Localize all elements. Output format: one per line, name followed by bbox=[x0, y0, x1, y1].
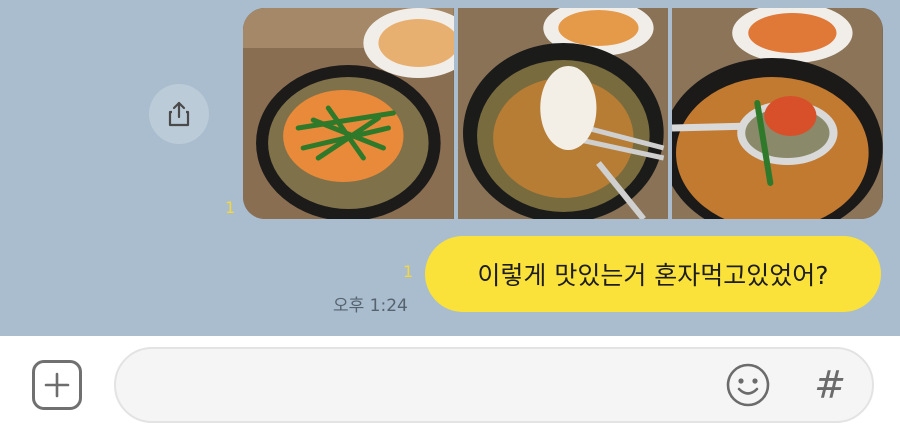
share-button[interactable] bbox=[149, 84, 209, 144]
photo-group[interactable] bbox=[243, 8, 883, 219]
photo-spoon-with-kimchi[interactable] bbox=[672, 8, 883, 219]
message-timestamp: 오후 1:24 bbox=[333, 296, 408, 316]
emoji-button[interactable] bbox=[723, 360, 773, 410]
hashtag-button[interactable]: # bbox=[808, 361, 852, 409]
hashtag-icon: # bbox=[814, 363, 846, 407]
message-read-count: 1 bbox=[403, 262, 414, 281]
share-icon bbox=[168, 101, 190, 127]
message-bubble[interactable]: 이렇게 맛있는거 혼자먹고있었어? bbox=[425, 236, 881, 312]
photos-read-count: 1 bbox=[225, 198, 236, 217]
message-text: 이렇게 맛있는거 혼자먹고있었어? bbox=[477, 261, 829, 290]
photo-stew-with-chives[interactable] bbox=[243, 8, 454, 219]
attach-plus-button[interactable] bbox=[32, 360, 82, 410]
chat-area: 1 1 오후 1:24 이렇게 맛있는거 혼자먹고있었어? bbox=[0, 0, 900, 336]
plus-icon bbox=[44, 372, 70, 398]
emoji-icon bbox=[726, 363, 770, 407]
photo-noodles-lifted-with-chopsticks[interactable] bbox=[457, 8, 669, 219]
